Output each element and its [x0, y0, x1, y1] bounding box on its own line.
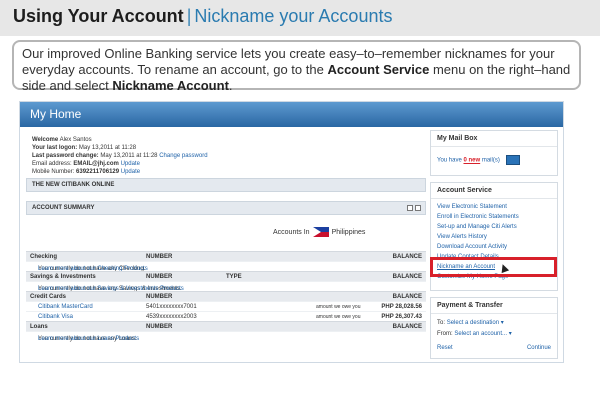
loans-learn-more-link[interactable]: Learn more about our Loans Products: [38, 336, 139, 342]
credit-card-name[interactable]: Citibank MasterCard: [38, 304, 93, 310]
print-icon[interactable]: [407, 205, 413, 211]
loans-empty-row: You currently do not have any Loans. Lea…: [26, 331, 426, 342]
from-label: From:: [437, 331, 453, 337]
change-password-link[interactable]: Change password: [159, 153, 207, 159]
credit-title: Credit Cards: [30, 294, 67, 300]
credit-card-number: 5401xxxxxxxx7001: [146, 304, 197, 310]
panel-title: My Home: [20, 102, 563, 127]
credit-card-name[interactable]: Citibank Visa: [38, 314, 73, 320]
service-item-alerts-history[interactable]: View Alerts History: [431, 232, 557, 242]
col-number-2: NUMBER: [146, 274, 173, 280]
mobile-value: 6392211706129: [76, 169, 120, 175]
account-select[interactable]: Select an account...: [454, 331, 507, 337]
mail-envelope-icon[interactable]: [505, 155, 520, 165]
chevron-down-icon[interactable]: ▾: [499, 320, 504, 326]
mailbox-title: My Mail Box: [431, 131, 557, 147]
destination-select[interactable]: Select a destination: [447, 320, 499, 326]
service-item-view-statement[interactable]: View Electronic Statement: [431, 202, 557, 212]
accounts-in-label: Accounts In Philippines: [273, 227, 365, 237]
my-home-panel: My Home Welcome Alex Santos Your last lo…: [19, 101, 564, 363]
new-citibank-bar: THE NEW CITIBANK ONLINE: [26, 178, 426, 192]
col-balance-2: BALANCE: [392, 274, 422, 280]
continue-button[interactable]: Continue: [527, 345, 551, 351]
last-pw-label: Last password change:: [32, 153, 99, 159]
title-main: Using Your Account: [13, 6, 184, 26]
credit-amount: PHP 28,028.56: [381, 304, 422, 310]
checking-empty-row: You currently do not have any Checking. …: [26, 261, 426, 272]
credit-header: Credit Cards NUMBER BALANCE: [26, 291, 426, 301]
philippines-flag-icon: [312, 227, 329, 237]
loans-title: Loans: [30, 324, 48, 330]
callout-account-service: Account Service: [327, 62, 430, 77]
title-sub: Nickname your Accounts: [194, 6, 393, 26]
service-item-citi-alerts[interactable]: Set-up and Manage Citi Alerts: [431, 222, 557, 232]
summary-icons: [405, 205, 421, 213]
col-balance-4: BALANCE: [392, 324, 422, 330]
you-have-text[interactable]: You have: [437, 158, 462, 164]
col-type: TYPE: [226, 274, 242, 280]
email-value: EMAIL@jhj.com: [73, 161, 119, 167]
highlight-box: [430, 257, 557, 277]
payment-title: Payment & Transfer: [431, 298, 557, 314]
savings-title: Savings & Investments: [30, 274, 96, 280]
account-service-title: Account Service: [431, 183, 557, 199]
reset-button[interactable]: Reset: [437, 345, 453, 351]
owed-label: amount we owe you: [316, 314, 361, 320]
mobile-label: Mobile Number:: [32, 169, 75, 175]
last-pw-value: May 13,2011 at 11:28: [100, 153, 158, 159]
collapse-icon[interactable]: [415, 205, 421, 211]
last-logon-label: Your last logon:: [32, 145, 78, 151]
checking-header: Checking NUMBER BALANCE: [26, 251, 426, 261]
title-separator: |: [186, 6, 192, 26]
slide-title: Using Your Account | Nickname your Account…: [13, 6, 392, 27]
new-mail-count[interactable]: 0 new: [463, 158, 480, 164]
payment-transfer-box: Payment & Transfer To: Select a destinat…: [430, 297, 558, 359]
owed-label: amount we owe you: [316, 304, 361, 310]
col-balance-3: BALANCE: [392, 294, 422, 300]
welcome-name: Alex Santos: [59, 137, 92, 143]
col-balance: BALANCE: [392, 254, 422, 260]
table-row: Citibank Visa 4539xxxxxxxx2003 amount we…: [26, 311, 426, 321]
welcome-label: Welcome: [32, 137, 59, 143]
email-label: Email address:: [32, 161, 72, 167]
last-logon-value: May 13,2011 at 11:28: [78, 145, 137, 151]
savings-header: Savings & Investments NUMBER TYPE BALANC…: [26, 271, 426, 281]
chevron-down-icon[interactable]: ▾: [507, 331, 512, 337]
checking-title: Checking: [30, 254, 58, 260]
country-name: Philippines: [331, 228, 366, 236]
savings-empty-row: You currently do not have any Savings & …: [26, 281, 426, 292]
credit-amount: PHP 26,307.43: [381, 314, 422, 320]
col-number-3: NUMBER: [146, 294, 173, 300]
mobile-update-link[interactable]: Update: [121, 169, 140, 175]
account-summary-bar: ACCOUNT SUMMARY: [26, 201, 426, 215]
col-number-4: NUMBER: [146, 324, 173, 330]
loans-header: Loans NUMBER BALANCE: [26, 321, 426, 331]
credit-card-number: 4539xxxxxxxx2003: [146, 314, 197, 320]
mails-text[interactable]: mail(s): [482, 158, 500, 164]
mailbox-box: My Mail Box You have 0 new mail(s): [430, 130, 558, 176]
accounts-in-text: Accounts In: [273, 228, 310, 236]
email-update-link[interactable]: Update: [121, 161, 140, 167]
table-row: Citibank MasterCard 5401xxxxxxxx7001 amo…: [26, 301, 426, 311]
callout-text-3: .: [228, 78, 233, 93]
to-label: To:: [437, 320, 446, 326]
left-column: THE NEW CITIBANK ONLINE ACCOUNT SUMMARY: [26, 178, 426, 215]
accounts-table: Checking NUMBER BALANCE You currently do…: [26, 251, 426, 342]
service-item-enroll-statements[interactable]: Enroll in Electronic Statements: [431, 212, 557, 222]
callout-nickname-account: Nickname Account: [112, 78, 229, 93]
account-summary-title: ACCOUNT SUMMARY: [32, 205, 95, 211]
col-number: NUMBER: [146, 254, 173, 260]
service-item-download-activity[interactable]: Download Account Activity: [431, 242, 557, 252]
slide-header: Using Your Account | Nickname your Account…: [0, 0, 600, 36]
welcome-block: Welcome Alex Santos Your last logon: May…: [32, 136, 208, 176]
instruction-callout: Our improved Online Banking service lets…: [12, 40, 581, 93]
